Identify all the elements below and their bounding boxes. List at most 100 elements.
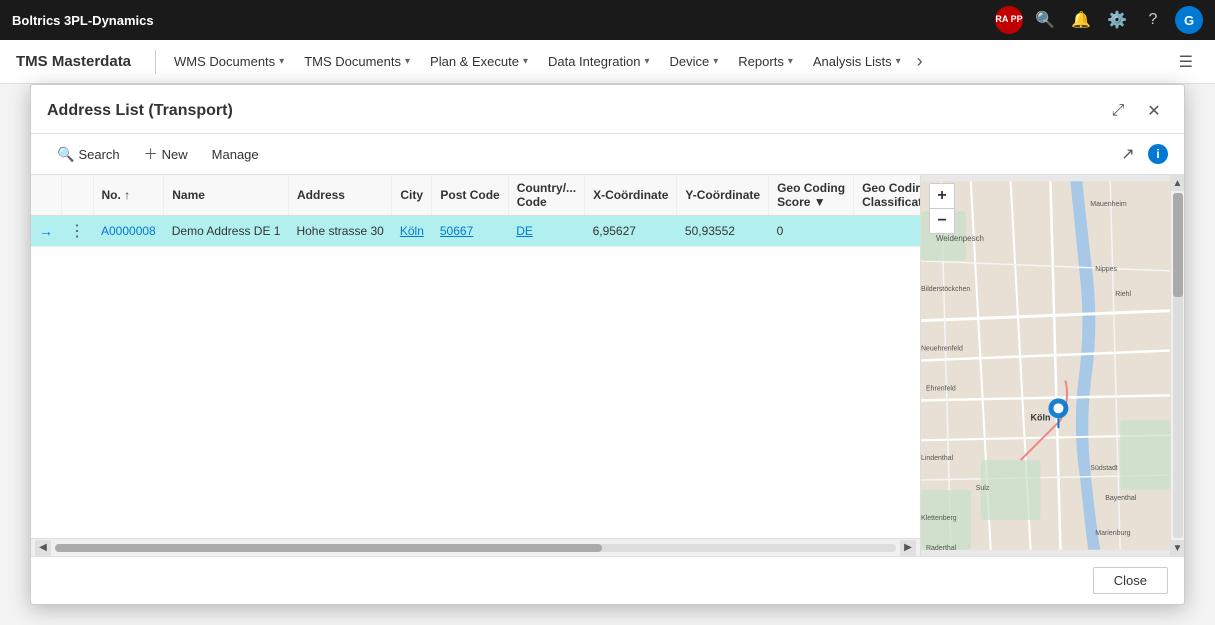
nav-item-tms-documents[interactable]: TMS Documents▾ bbox=[294, 40, 420, 84]
scroll-up-arrow[interactable]: ▲ bbox=[1171, 175, 1185, 191]
scroll-thumb[interactable] bbox=[55, 544, 602, 552]
row-arrow-icon: → bbox=[39, 223, 53, 239]
col-postcode[interactable]: Post Code bbox=[432, 175, 508, 216]
scroll-left-arrow[interactable]: ◀ bbox=[35, 540, 51, 556]
search-button[interactable]: 🔍 Search bbox=[47, 142, 130, 167]
address-list-modal: Address List (Transport) ⤢ ✕ 🔍 Search ＋ … bbox=[30, 84, 1185, 605]
map-zoom-controls: + − bbox=[929, 183, 955, 234]
row-arrow-cell: → bbox=[31, 216, 61, 247]
col-arrow bbox=[31, 175, 61, 216]
map-svg: Weidenpesch Mauenheim Bilderstöckchen Ni… bbox=[921, 175, 1170, 556]
row-country-cell[interactable]: DE bbox=[508, 216, 584, 247]
new-button[interactable]: ＋ New bbox=[134, 140, 198, 168]
svg-text:Sulz: Sulz bbox=[976, 485, 990, 492]
svg-text:Riehl: Riehl bbox=[1115, 291, 1131, 298]
row-name-cell: Demo Address DE 1 bbox=[164, 216, 289, 247]
new-label: New bbox=[162, 147, 188, 162]
nav-item-device[interactable]: Device▾ bbox=[660, 40, 729, 84]
modal-toolbar: 🔍 Search ＋ New Manage ↗ i bbox=[31, 134, 1184, 175]
scroll-down-arrow[interactable]: ▼ bbox=[1171, 540, 1185, 556]
row-postcode-cell[interactable]: 50667 bbox=[432, 216, 508, 247]
nav-more-icon[interactable]: › bbox=[911, 51, 929, 72]
close-icon[interactable]: ✕ bbox=[1140, 97, 1168, 125]
chevron-down-icon: ▾ bbox=[788, 56, 793, 67]
chevron-down-icon: ▾ bbox=[523, 56, 528, 67]
row-address-cell: Hohe strasse 30 bbox=[288, 216, 391, 247]
col-ycoord[interactable]: Y-Coördinate bbox=[677, 175, 769, 216]
svg-text:Marienburg: Marienburg bbox=[1095, 530, 1130, 537]
chevron-down-icon: ▾ bbox=[713, 56, 718, 67]
col-city[interactable]: City bbox=[392, 175, 432, 216]
help-icon[interactable]: ? bbox=[1139, 6, 1167, 34]
row-context-menu-icon[interactable]: ⋮ bbox=[69, 223, 85, 240]
svg-text:Bayenthal: Bayenthal bbox=[1105, 495, 1136, 502]
row-city-cell[interactable]: Köln bbox=[392, 216, 432, 247]
scroll-track[interactable] bbox=[55, 544, 896, 552]
minimize-icon[interactable]: ⤢ bbox=[1104, 97, 1132, 125]
map-area: Weidenpesch Mauenheim Bilderstöckchen Ni… bbox=[920, 175, 1170, 556]
modal-header-icons: ⤢ ✕ bbox=[1104, 97, 1168, 125]
col-dots bbox=[61, 175, 93, 216]
nav-item-data-integration[interactable]: Data Integration▾ bbox=[538, 40, 660, 84]
svg-text:Mauenheim: Mauenheim bbox=[1090, 201, 1127, 208]
section-title: TMS Masterdata bbox=[16, 53, 131, 70]
info-icon[interactable]: i bbox=[1148, 144, 1168, 164]
svg-text:Südstadt: Südstadt bbox=[1090, 465, 1118, 472]
table-container[interactable]: No. ↑ Name Address City Post Code Countr… bbox=[31, 175, 920, 538]
nav-item-plan-execute[interactable]: Plan & Execute▾ bbox=[420, 40, 538, 84]
col-country[interactable]: Country/...Code bbox=[508, 175, 584, 216]
svg-text:Klettenberg: Klettenberg bbox=[921, 515, 957, 522]
search-label: Search bbox=[78, 147, 119, 162]
row-ycoord-cell: 50,93552 bbox=[677, 216, 769, 247]
svg-text:Weidenpesch: Weidenpesch bbox=[936, 234, 984, 243]
avatar-badge[interactable]: RA PP bbox=[995, 6, 1023, 34]
nav-items: WMS Documents▾ TMS Documents▾ Plan & Exe… bbox=[164, 40, 1173, 84]
svg-text:Nippes: Nippes bbox=[1095, 266, 1117, 273]
search-icon[interactable]: 🔍 bbox=[1031, 6, 1059, 34]
nav-item-reports[interactable]: Reports ▾ bbox=[728, 40, 803, 84]
settings-icon[interactable]: ⚙️ bbox=[1103, 6, 1131, 34]
zoom-out-button[interactable]: − bbox=[930, 209, 954, 233]
plus-icon: ＋ bbox=[144, 144, 158, 164]
row-dots-cell[interactable]: ⋮ bbox=[61, 216, 93, 247]
col-geoclass[interactable]: Geo CodirClassificat bbox=[854, 175, 920, 216]
nav-item-analysis-lists[interactable]: Analysis Lists▾ bbox=[803, 40, 911, 84]
notification-icon[interactable]: 🔔 bbox=[1067, 6, 1095, 34]
nav-item-wms-documents[interactable]: WMS Documents▾ bbox=[164, 40, 294, 84]
svg-text:Raderthal: Raderthal bbox=[926, 545, 957, 552]
manage-button[interactable]: Manage bbox=[202, 143, 269, 166]
col-xcoord[interactable]: X-Coördinate bbox=[585, 175, 677, 216]
scroll-right-arrow[interactable]: ▶ bbox=[900, 540, 916, 556]
close-modal-button[interactable]: Close bbox=[1093, 567, 1168, 594]
nav-reports-label: Reports bbox=[738, 54, 784, 69]
svg-text:Köln: Köln bbox=[1031, 412, 1051, 422]
row-no-cell[interactable]: A0000008 bbox=[93, 216, 164, 247]
svg-text:Lindenthal: Lindenthal bbox=[921, 455, 954, 462]
col-name[interactable]: Name bbox=[164, 175, 289, 216]
col-address[interactable]: Address bbox=[288, 175, 391, 216]
share-icon[interactable]: ↗ bbox=[1114, 140, 1142, 168]
v-scroll-thumb[interactable] bbox=[1173, 193, 1183, 297]
modal-body: No. ↑ Name Address City Post Code Countr… bbox=[31, 175, 1184, 556]
svg-text:Neuehrenfeld: Neuehrenfeld bbox=[921, 346, 963, 353]
modal-title: Address List (Transport) bbox=[47, 102, 1094, 120]
horizontal-scrollbar[interactable]: ◀ ▶ bbox=[31, 538, 920, 556]
table-row[interactable]: → ⋮ A0000008 Demo Address DE 1 Hohe stra… bbox=[31, 216, 920, 247]
app-title: Boltrics 3PL-Dynamics bbox=[12, 13, 985, 28]
v-scroll-track[interactable] bbox=[1173, 193, 1183, 538]
col-geocoding[interactable]: Geo CodingScore ▼ bbox=[769, 175, 854, 216]
col-no[interactable]: No. ↑ bbox=[93, 175, 164, 216]
user-avatar[interactable]: G bbox=[1175, 6, 1203, 34]
modal-footer: Close bbox=[31, 556, 1184, 604]
chevron-down-icon: ▾ bbox=[279, 56, 284, 67]
toolbar-right-icons: ↗ i bbox=[1114, 140, 1168, 168]
zoom-in-button[interactable]: + bbox=[930, 184, 954, 208]
manage-label: Manage bbox=[212, 147, 259, 162]
vertical-scrollbar[interactable]: ▲ ▼ bbox=[1170, 175, 1184, 556]
hamburger-icon[interactable]: ☰ bbox=[1173, 52, 1199, 72]
top-bar-icons: RA PP 🔍 🔔 ⚙️ ? G bbox=[995, 6, 1203, 34]
table-area: No. ↑ Name Address City Post Code Countr… bbox=[31, 175, 920, 556]
top-navbar: Boltrics 3PL-Dynamics RA PP 🔍 🔔 ⚙️ ? G bbox=[0, 0, 1215, 40]
svg-text:Ehrenfeld: Ehrenfeld bbox=[926, 385, 956, 392]
chevron-down-icon: ▾ bbox=[644, 56, 649, 67]
